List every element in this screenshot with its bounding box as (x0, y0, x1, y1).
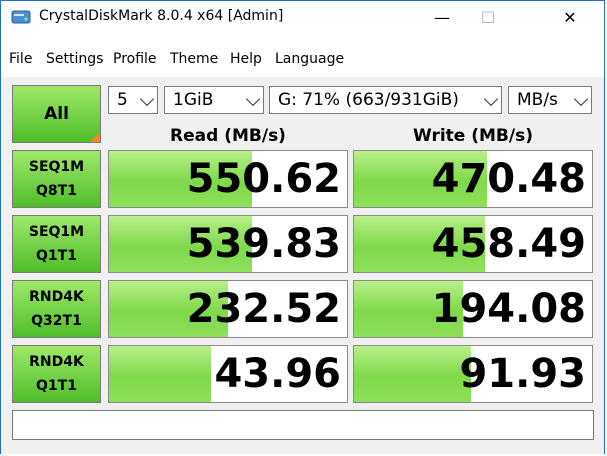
menu-language[interactable]: Language (275, 51, 344, 67)
test-count-value: 5 (117, 90, 128, 110)
read-value: 539.83 (186, 221, 341, 267)
write-result-seq1m-q1t1: 458.49 (353, 215, 593, 273)
write-result-rnd4k-q1t1: 91.93 (353, 345, 593, 403)
app-window: CrystalDiskMark 8.0.4 x64 [Admin] — ☐ ✕ … (0, 0, 605, 454)
write-value: 470.48 (431, 156, 586, 202)
chevron-down-icon (139, 91, 155, 107)
read-bar (109, 346, 212, 402)
window-title: CrystalDiskMark 8.0.4 x64 [Admin] (39, 8, 284, 24)
test-count-select[interactable]: 5 (108, 86, 158, 114)
menu-bar: File Settings Profile Theme Help Languag… (1, 51, 604, 73)
corner-marker-icon (90, 132, 100, 142)
close-button[interactable]: ✕ (547, 1, 593, 33)
drive-select[interactable]: G: 71% (663/931GiB) (269, 86, 502, 114)
read-value: 43.96 (214, 351, 341, 397)
read-result-seq1m-q1t1: 539.83 (108, 215, 348, 273)
disk-icon (11, 10, 31, 24)
test-name: RND4K (29, 354, 84, 370)
write-bar (354, 346, 471, 402)
test-rnd4k-q1t1-button[interactable]: RND4K Q1T1 (12, 345, 101, 403)
test-params: Q32T1 (31, 313, 82, 329)
write-header: Write (MB/s) (413, 126, 533, 146)
test-size-value: 1GiB (173, 90, 214, 110)
menu-profile[interactable]: Profile (113, 51, 157, 67)
write-result-rnd4k-q32t1: 194.08 (353, 280, 593, 338)
write-value: 91.93 (459, 351, 586, 397)
menu-settings[interactable]: Settings (46, 51, 103, 67)
test-name: SEQ1M (28, 159, 85, 175)
comment-input[interactable] (12, 410, 594, 440)
test-size-select[interactable]: 1GiB (164, 86, 264, 114)
test-name: RND4K (29, 289, 84, 305)
minimize-button[interactable]: — (419, 1, 465, 33)
drive-value: G: 71% (663/931GiB) (278, 90, 459, 110)
benchmark-panel: All 5 1GiB G: 71% (663/931GiB) MB/s Read… (1, 77, 604, 454)
maximize-button[interactable]: ☐ (465, 1, 511, 33)
unit-value: MB/s (517, 90, 558, 110)
read-header: Read (MB/s) (170, 126, 286, 146)
title-bar: CrystalDiskMark 8.0.4 x64 [Admin] — ☐ ✕ (1, 1, 604, 33)
test-seq1m-q1t1-button[interactable]: SEQ1M Q1T1 (12, 215, 101, 273)
write-result-seq1m-q8t1: 470.48 (353, 150, 593, 208)
chevron-down-icon (573, 91, 589, 107)
write-value: 194.08 (431, 286, 586, 332)
menu-file[interactable]: File (9, 51, 32, 67)
menu-theme[interactable]: Theme (170, 51, 218, 67)
run-all-button[interactable]: All (12, 85, 101, 143)
test-params: Q8T1 (36, 183, 77, 199)
read-result-seq1m-q8t1: 550.62 (108, 150, 348, 208)
read-result-rnd4k-q32t1: 232.52 (108, 280, 348, 338)
write-value: 458.49 (431, 221, 586, 267)
test-params: Q1T1 (36, 248, 77, 264)
chevron-down-icon (483, 91, 499, 107)
read-result-rnd4k-q1t1: 43.96 (108, 345, 348, 403)
chevron-down-icon (245, 91, 261, 107)
run-all-label: All (44, 104, 69, 124)
test-params: Q1T1 (36, 378, 77, 394)
menu-help[interactable]: Help (230, 51, 262, 67)
unit-select[interactable]: MB/s (508, 86, 592, 114)
test-rnd4k-q32t1-button[interactable]: RND4K Q32T1 (12, 280, 101, 338)
test-name: SEQ1M (28, 224, 85, 240)
test-seq1m-q8t1-button[interactable]: SEQ1M Q8T1 (12, 150, 101, 208)
read-value: 232.52 (186, 286, 341, 332)
read-value: 550.62 (186, 156, 341, 202)
